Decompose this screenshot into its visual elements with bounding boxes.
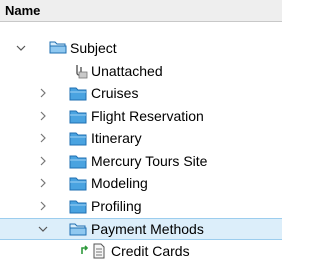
tree-item-subject[interactable]: Subject (0, 37, 282, 59)
folder-icon (69, 87, 87, 101)
chevron-right-icon[interactable] (38, 178, 48, 188)
tree-item-payment-methods[interactable]: Payment Methods (0, 218, 282, 240)
chevron-right-icon[interactable] (38, 156, 48, 166)
tree-item-flight-reservation[interactable]: Flight Reservation (0, 105, 282, 127)
column-header-name: Name (5, 3, 41, 18)
column-header[interactable]: Name (0, 0, 282, 22)
tree-item-itinerary[interactable]: Itinerary (0, 127, 282, 149)
test-document-icon (93, 243, 105, 259)
tree-item-profiling[interactable]: Profiling (0, 195, 282, 217)
tree-item-modeling[interactable]: Modeling (0, 172, 282, 194)
chevron-right-icon[interactable] (38, 111, 48, 121)
green-arrow-icon (81, 245, 89, 254)
folder-icon (69, 132, 87, 146)
folder-icon (69, 200, 87, 214)
tree-item-cruises[interactable]: Cruises (0, 82, 282, 104)
tree-item-label: Flight Reservation (91, 108, 204, 124)
chevron-right-icon[interactable] (38, 88, 48, 98)
tree-item-credit-cards[interactable]: Credit Cards (0, 240, 282, 262)
tree-item-label: Subject (70, 40, 117, 56)
tree-item-label: Profiling (91, 198, 142, 214)
unattached-icon (76, 65, 88, 79)
chevron-down-icon[interactable] (38, 224, 48, 234)
chevron-right-icon[interactable] (38, 201, 48, 211)
folder-icon (69, 155, 87, 169)
folder-open-icon (49, 41, 67, 54)
tree-item-unattached[interactable]: Unattached (0, 60, 282, 82)
folder-icon (69, 110, 87, 124)
tree-item-label: Credit Cards (111, 243, 190, 259)
tree-item-label: Itinerary (91, 130, 142, 146)
folder-open-icon (69, 223, 87, 236)
tree-item-label: Payment Methods (91, 221, 204, 237)
tree-item-label: Mercury Tours Site (91, 153, 208, 169)
folder-icon (69, 177, 87, 191)
test-plan-tree: Name Subject Unattached Cruises Flight R… (0, 0, 282, 263)
tree-item-mercury-tours-site[interactable]: Mercury Tours Site (0, 150, 282, 172)
tree-item-label: Modeling (91, 175, 148, 191)
chevron-right-icon[interactable] (38, 133, 48, 143)
tree-item-label: Cruises (91, 85, 139, 101)
tree-item-label: Unattached (91, 63, 163, 79)
chevron-down-icon[interactable] (16, 43, 26, 53)
